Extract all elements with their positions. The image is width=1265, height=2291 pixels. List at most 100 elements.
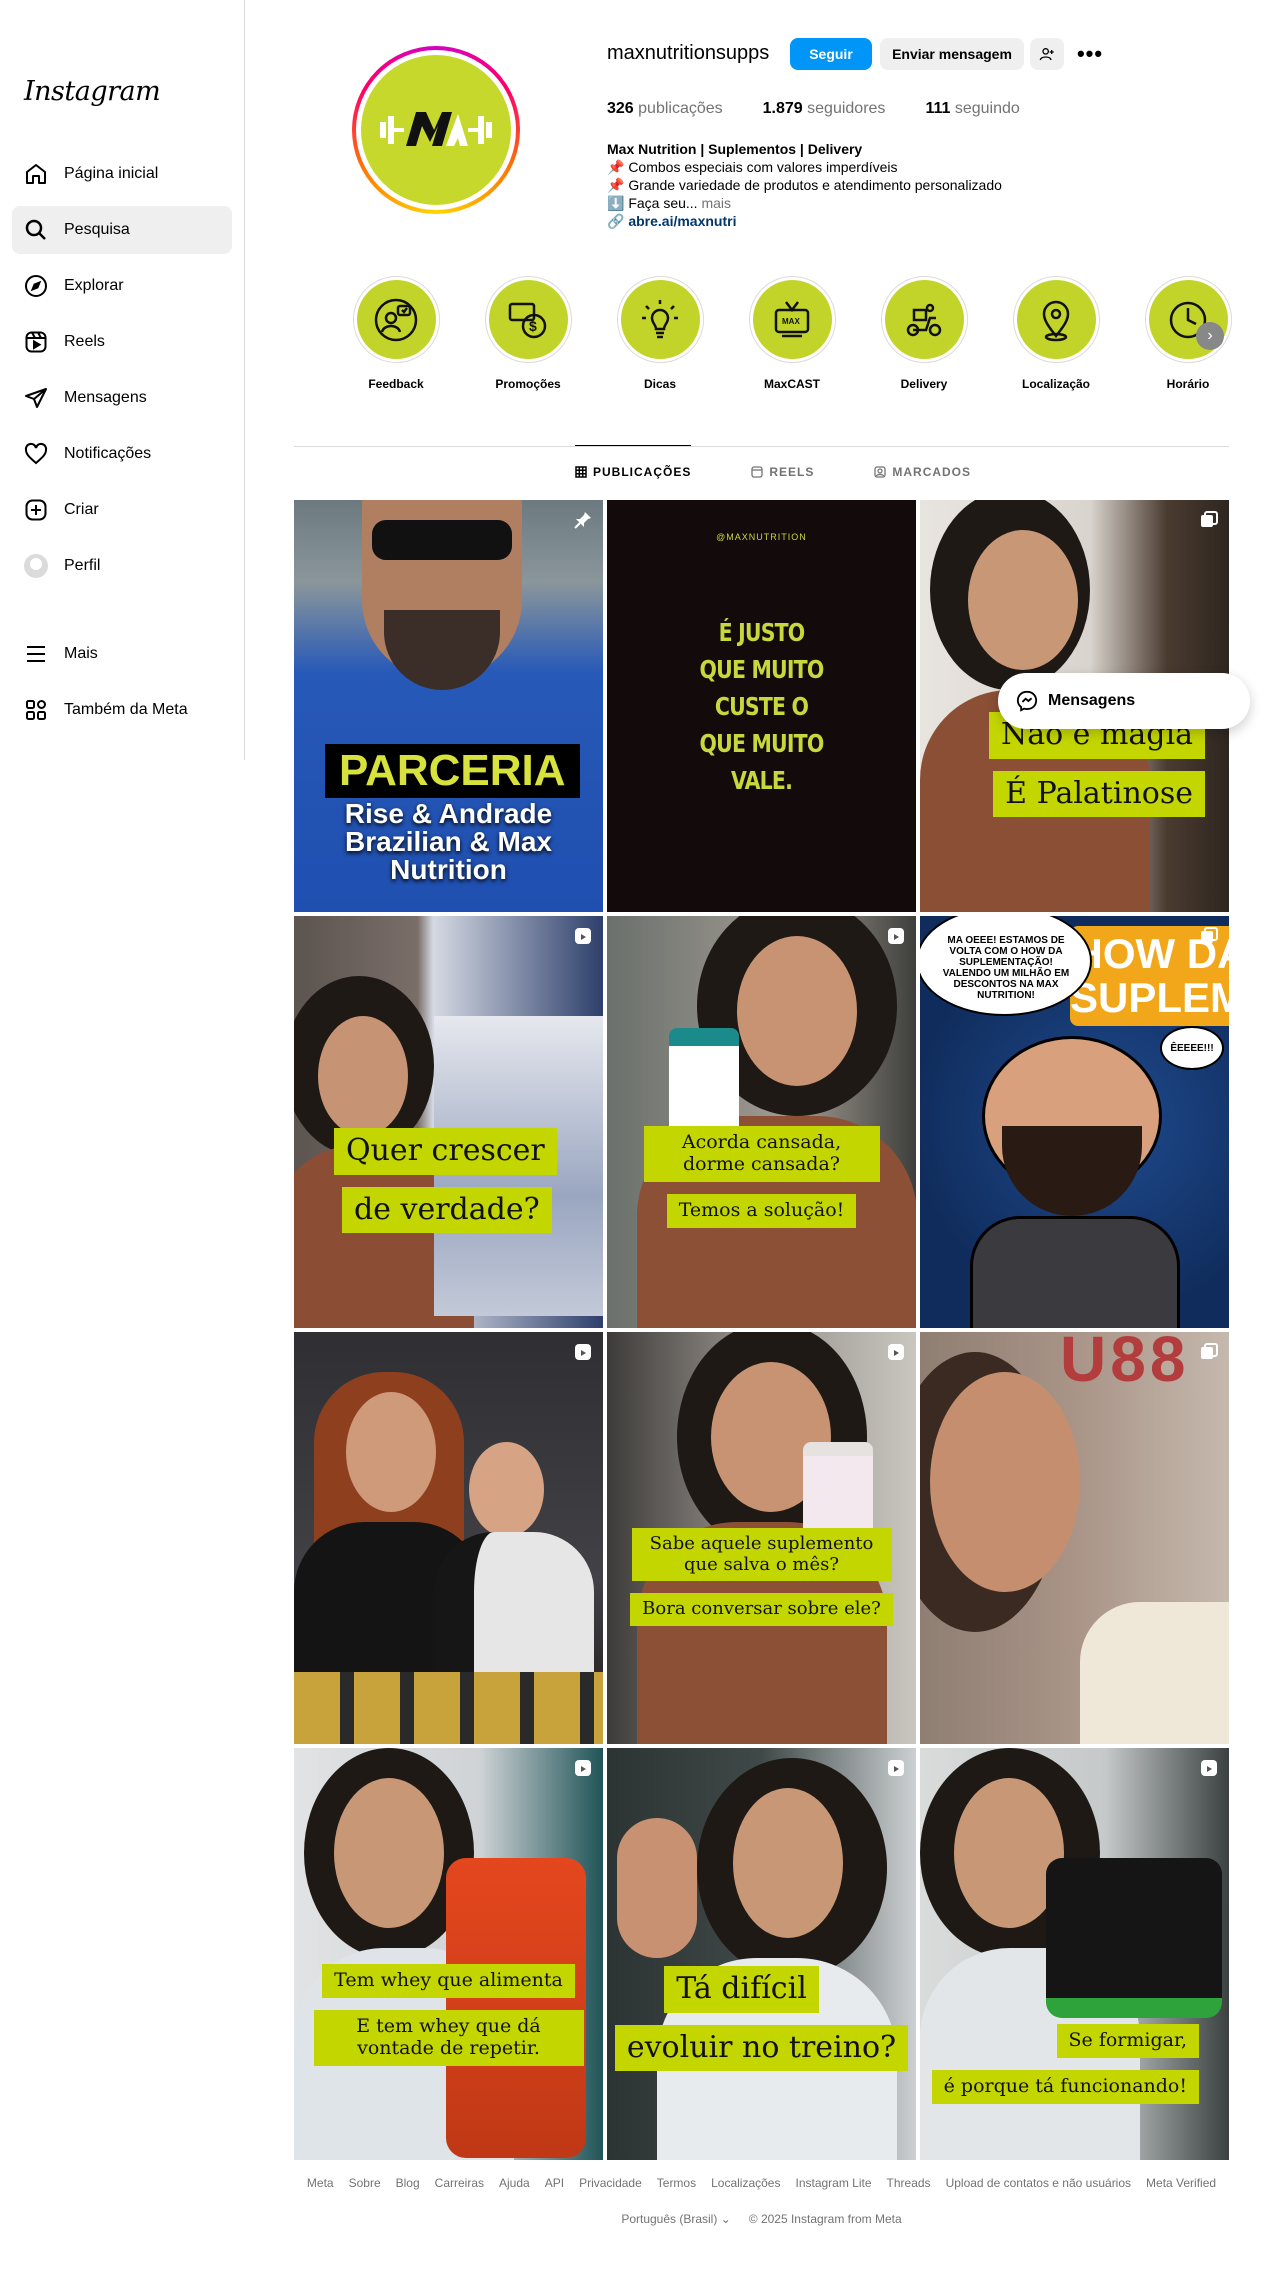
footer-link[interactable]: Privacidade (579, 2176, 642, 2190)
medals (294, 1672, 603, 1744)
sidebar-nav: Página inicial Pesquisa Explorar Reels M… (12, 150, 232, 742)
options-button[interactable]: ••• (1074, 38, 1106, 70)
person-face (968, 530, 1078, 670)
post-caption: Sabe aquele suplemento que salva o mês? … (607, 1528, 916, 1627)
sidebar-item-home[interactable]: Página inicial (12, 150, 232, 198)
highlight-tips[interactable]: Dicas (594, 276, 726, 391)
reel-icon (575, 1344, 591, 1360)
post-caption: Tá difícil evoluir no treino? (607, 1966, 916, 2071)
reels-icon (25, 331, 47, 353)
bio-link[interactable]: abre.ai/maxnutri (628, 213, 736, 229)
messenger-icon (25, 388, 47, 408)
post-tile[interactable]: @MAXNUTRITION É JUSTO QUE MUITO CUSTE O … (607, 500, 916, 912)
highlight-feedback[interactable]: Feedback (330, 276, 462, 391)
post-tile[interactable]: Sabe aquele suplemento que salva o mês? … (607, 1332, 916, 1744)
footer-link[interactable]: Sobre (349, 2176, 381, 2190)
child-face (469, 1442, 544, 1537)
cartoon-suit (970, 1216, 1180, 1328)
footer-link[interactable]: Threads (887, 2176, 931, 2190)
sidebar-item-profile[interactable]: Perfil (12, 542, 232, 590)
compass-icon (25, 275, 47, 297)
post-tile[interactable]: PARCERIA Rise & Andrade Brazilian & Max … (294, 500, 603, 912)
sidebar-item-more[interactable]: Mais (12, 630, 232, 678)
bio-link-row: 🔗 abre.ai/maxnutri (607, 212, 1002, 230)
tab-tagged[interactable]: MARCADOS (874, 446, 971, 498)
footer-link[interactable]: Blog (396, 2176, 420, 2190)
post-subtitle: Rise & Andrade Brazilian & Max Nutrition (344, 798, 553, 885)
sidebar-item-label: Explorar (64, 277, 124, 294)
sidebar-item-reels[interactable]: Reels (12, 318, 232, 366)
post-tile[interactable] (294, 1332, 603, 1744)
footer-link[interactable]: Localizações (711, 2176, 780, 2190)
highlight-maxcast[interactable]: MAX MaxCAST (726, 276, 858, 391)
sidebar-item-label: Perfil (64, 557, 101, 574)
sidebar-item-explore[interactable]: Explorar (12, 262, 232, 310)
post-tile[interactable]: Quer crescer de verdade? (294, 916, 603, 1328)
carousel-icon (1201, 1343, 1218, 1359)
sidebar-item-notifications[interactable]: Notificações (12, 430, 232, 478)
footer-link[interactable]: Carreiras (435, 2176, 484, 2190)
max-nutrition-logo (361, 55, 511, 205)
bio-more-link[interactable]: mais (701, 195, 731, 211)
post-tile[interactable]: HOW DA SUPLEMENTAÇÃO MA OEEE! ESTAMOS DE… (920, 916, 1229, 1328)
instagram-logo[interactable]: Instagram (24, 76, 161, 107)
tab-reels[interactable]: REELS (751, 446, 814, 498)
post-caption: Tem whey que alimenta E tem whey que dá … (294, 1964, 603, 2066)
reel-icon (1201, 1760, 1217, 1776)
footer-link[interactable]: Upload de contatos e não usuários (946, 2176, 1131, 2190)
language-selector[interactable]: Português (Brasil) ⌄ (621, 2212, 730, 2226)
add-person-icon (1039, 48, 1054, 61)
highlights-next-button[interactable]: › (1196, 322, 1224, 350)
footer-link[interactable]: API (545, 2176, 564, 2190)
lightbulb-icon (642, 299, 678, 338)
follow-button[interactable]: Seguir (790, 38, 872, 70)
followers-count[interactable]: 1.879 seguidores (763, 100, 886, 118)
reel-icon (575, 928, 591, 944)
search-icon (25, 219, 46, 240)
footer-link[interactable]: Meta (307, 2176, 334, 2190)
sidebar-item-messages[interactable]: Mensagens (12, 374, 232, 422)
footer-link[interactable]: Meta Verified (1146, 2176, 1216, 2190)
post-tile[interactable]: U88 (920, 1332, 1229, 1744)
sidebar-item-label: Também da Meta (64, 701, 188, 718)
svg-text:MAX: MAX (782, 317, 800, 326)
posts-grid: PARCERIA Rise & Andrade Brazilian & Max … (294, 500, 1229, 2160)
footer: Meta Sobre Blog Carreiras Ajuda API Priv… (294, 2176, 1229, 2226)
sidebar-item-search[interactable]: Pesquisa (12, 206, 232, 254)
post-tile[interactable]: Tá difícil evoluir no treino? (607, 1748, 916, 2160)
reels-icon (751, 466, 763, 478)
suggest-users-button[interactable] (1030, 38, 1064, 70)
sidebar-item-label: Pesquisa (64, 221, 130, 238)
bio-line: 📌 Combos especiais com valores imperdíve… (607, 159, 898, 175)
highlight-promotions[interactable]: $ Promoções (462, 276, 594, 391)
post-tile[interactable]: Se formigar, é porque tá funcionando! (920, 1748, 1229, 2160)
profile-avatar[interactable] (352, 46, 520, 214)
profile-username: maxnutritionsupps (607, 42, 770, 64)
send-message-button[interactable]: Enviar mensagem (880, 38, 1024, 70)
more-horizontal-icon: ••• (1076, 41, 1104, 66)
reel-icon (888, 1760, 904, 1776)
person-face (334, 1778, 444, 1928)
following-count[interactable]: 111 seguindo (925, 100, 1019, 118)
highlight-hours[interactable]: Horário (1122, 276, 1254, 391)
footer-link[interactable]: Instagram Lite (795, 2176, 871, 2190)
flexed-arm (617, 1818, 697, 1958)
post-tile[interactable]: Acorda cansada, dorme cansada? Temos a s… (607, 916, 916, 1328)
grid-apps-icon (26, 700, 46, 720)
post-tile[interactable]: Tem whey que alimenta E tem whey que dá … (294, 1748, 603, 2160)
messages-floating-button[interactable]: Mensagens (998, 673, 1250, 729)
footer-link[interactable]: Termos (657, 2176, 696, 2190)
heart-icon (24, 442, 48, 465)
footer-link[interactable]: Ajuda (499, 2176, 530, 2190)
sidebar-item-label: Página inicial (64, 165, 159, 182)
sidebar-item-create[interactable]: Criar (12, 486, 232, 534)
sidebar-item-also-from-meta[interactable]: Também da Meta (12, 686, 232, 734)
speech-bubble-small: ÊEEEE!!! (1160, 1026, 1224, 1070)
tab-posts[interactable]: PUBLICAÇÕES (575, 445, 692, 497)
sidebar-item-label: Mais (64, 645, 98, 662)
highlight-location[interactable]: Localização (990, 276, 1122, 391)
link-icon: 🔗 (607, 213, 625, 229)
footer-bottom: Português (Brasil) ⌄ © 2025 Instagram fr… (294, 2212, 1229, 2226)
highlight-delivery[interactable]: Delivery (858, 276, 990, 391)
plus-square-icon (25, 499, 47, 521)
